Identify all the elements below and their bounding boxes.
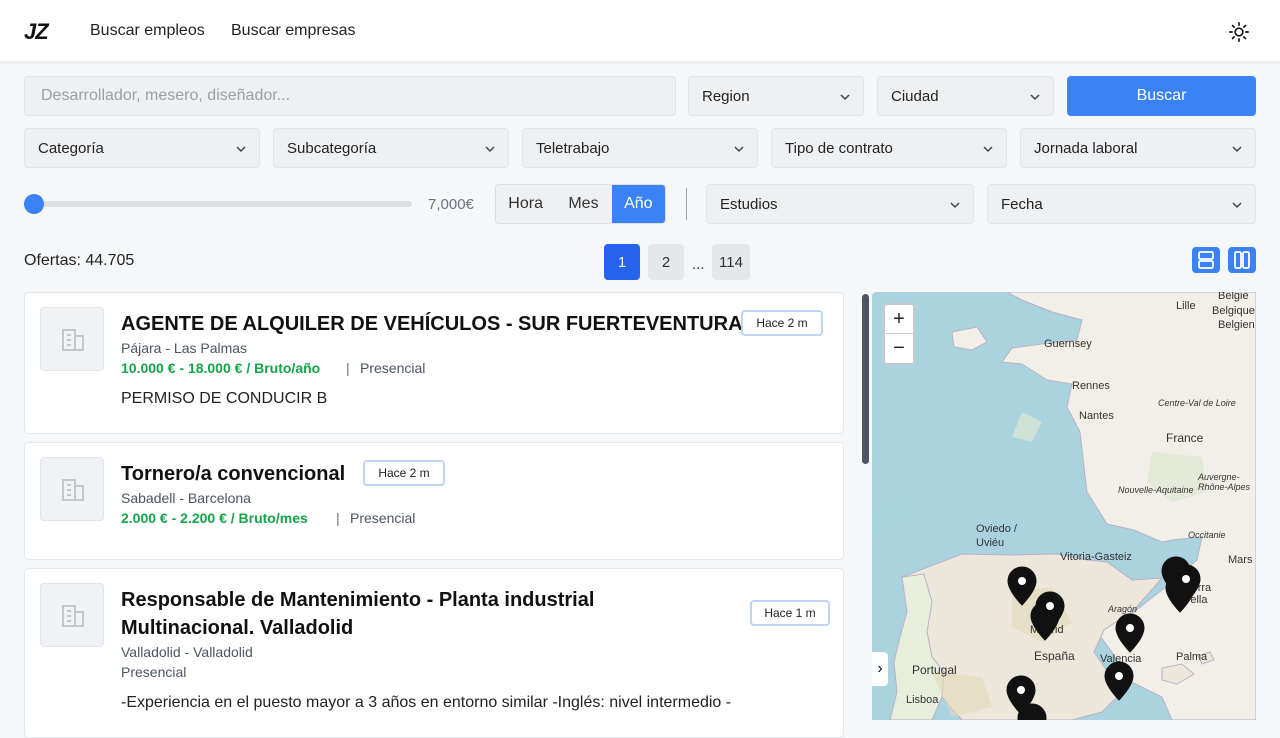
chevron-down-icon (950, 202, 960, 209)
job-location: Valladolid - Valladolid (121, 644, 253, 660)
building-icon (62, 605, 84, 627)
zoom-out-button[interactable]: − (885, 334, 913, 363)
job-description: -Experiencia en el puesto mayor a 3 años… (121, 694, 732, 711)
company-logo-placeholder (40, 307, 104, 371)
search-input[interactable] (25, 77, 675, 115)
categoria-select[interactable]: Categoría (24, 128, 260, 168)
job-mode: Presencial (350, 510, 416, 526)
chevron-down-icon (983, 146, 993, 153)
split-view-button[interactable] (1228, 247, 1256, 273)
subcategoria-label: Subcategoría (287, 140, 377, 157)
job-card[interactable]: Tornero/a convencional Hace 2 m Sabadell… (24, 442, 844, 560)
company-logo-placeholder (40, 457, 104, 521)
zoom-in-button[interactable]: + (885, 305, 913, 334)
estudios-label: Estudios (720, 196, 778, 213)
salary-value: 7,000€ (428, 196, 474, 213)
tipo-contrato-label: Tipo de contrato (785, 140, 893, 157)
job-mode: Presencial (121, 664, 187, 680)
map-marker-icon (1007, 566, 1037, 606)
results-count: Ofertas: 44.705 (24, 252, 135, 269)
subcategoria-select[interactable]: Subcategoría (273, 128, 509, 168)
period-ano[interactable]: Año (611, 185, 665, 223)
posted-badge: Hace 2 m (363, 460, 445, 486)
period-mes[interactable]: Mes (555, 185, 611, 223)
divider: | (336, 510, 340, 526)
map-marker-icon (1115, 613, 1145, 653)
chevron-down-icon (1030, 94, 1040, 101)
sun-icon[interactable] (1228, 21, 1250, 43)
job-mode: Presencial (360, 360, 426, 376)
job-description: PERMISO DE CONDUCIR B (121, 390, 328, 407)
posted-badge: Hace 2 m (741, 310, 823, 336)
job-title[interactable]: Tornero/a convencional (121, 460, 345, 488)
site-logo[interactable]: JZ (24, 19, 49, 45)
region-label: Region (702, 88, 750, 105)
job-location: Sabadell - Barcelona (121, 490, 251, 506)
salary-slider-track[interactable] (34, 201, 412, 207)
chevron-down-icon (734, 146, 744, 153)
job-title-line1[interactable]: Responsable de Mantenimiento - Planta in… (121, 586, 594, 614)
fecha-select[interactable]: Fecha (987, 184, 1256, 224)
jornada-select[interactable]: Jornada laboral (1020, 128, 1256, 168)
results-scrollbar[interactable] (862, 294, 869, 464)
estudios-select[interactable]: Estudios (706, 184, 974, 224)
chevron-down-icon (1232, 146, 1242, 153)
job-salary: 2.000 € - 2.200 € / Bruto/mes (121, 510, 308, 526)
map-marker-icon (1104, 661, 1134, 701)
job-card[interactable]: Responsable de Mantenimiento - Planta in… (24, 568, 844, 738)
job-title-line2[interactable]: Multinacional. Valladolid (121, 614, 353, 642)
columns-icon (1234, 251, 1250, 269)
job-salary: 10.000 € - 18.000 € / Bruto/año (121, 360, 321, 376)
job-card[interactable]: AGENTE DE ALQUILER DE VEHÍCULOS - SUR FU… (24, 292, 844, 434)
teletrabajo-label: Teletrabajo (536, 140, 610, 157)
map-markers (1006, 556, 1201, 720)
region-select[interactable]: Region (688, 76, 864, 116)
ciudad-label: Ciudad (891, 88, 939, 105)
page-last-button[interactable]: 114 (712, 244, 750, 280)
search-button[interactable]: Buscar (1067, 76, 1256, 116)
teletrabajo-select[interactable]: Teletrabajo (522, 128, 758, 168)
period-toggle: Hora Mes Año (495, 184, 666, 224)
period-hora[interactable]: Hora (496, 185, 555, 223)
building-icon (62, 329, 84, 351)
categoria-label: Categoría (38, 140, 104, 157)
page-2-button[interactable]: 2 (648, 244, 684, 280)
tipo-contrato-select[interactable]: Tipo de contrato (771, 128, 1007, 168)
ciudad-select[interactable]: Ciudad (877, 76, 1054, 116)
search-field (24, 76, 676, 116)
salary-slider-thumb[interactable] (24, 194, 44, 214)
job-location: Pájara - Las Palmas (121, 340, 248, 356)
nav-buscar-empleos[interactable]: Buscar empleos (90, 22, 205, 40)
map-zoom-control: + − (883, 303, 915, 365)
page-1-button[interactable]: 1 (604, 244, 640, 280)
jobs-map[interactable]: Lille Belgie Belgique Belgien Guernsey R… (872, 292, 1256, 720)
chevron-down-icon (236, 146, 246, 153)
company-logo-placeholder (40, 583, 104, 647)
nav-buscar-empresas[interactable]: Buscar empresas (231, 22, 356, 40)
job-title[interactable]: AGENTE DE ALQUILER DE VEHÍCULOS - SUR FU… (121, 310, 743, 338)
divider: | (346, 360, 350, 376)
map-collapse-button[interactable]: › (872, 652, 888, 686)
chevron-down-icon (1232, 202, 1242, 209)
jornada-label: Jornada laboral (1034, 140, 1138, 157)
fecha-label: Fecha (1001, 196, 1043, 213)
chevron-down-icon (840, 94, 850, 101)
chevron-down-icon (485, 146, 495, 153)
rows-icon (1198, 251, 1214, 269)
divider (686, 188, 687, 220)
list-view-button[interactable] (1192, 247, 1220, 273)
top-navbar: JZ Buscar empleos Buscar empresas (0, 0, 1280, 64)
pagination-ellipsis: ... (692, 256, 705, 273)
building-icon (62, 479, 84, 501)
posted-badge: Hace 1 m (750, 600, 830, 626)
map-marker-icon (1030, 601, 1060, 641)
